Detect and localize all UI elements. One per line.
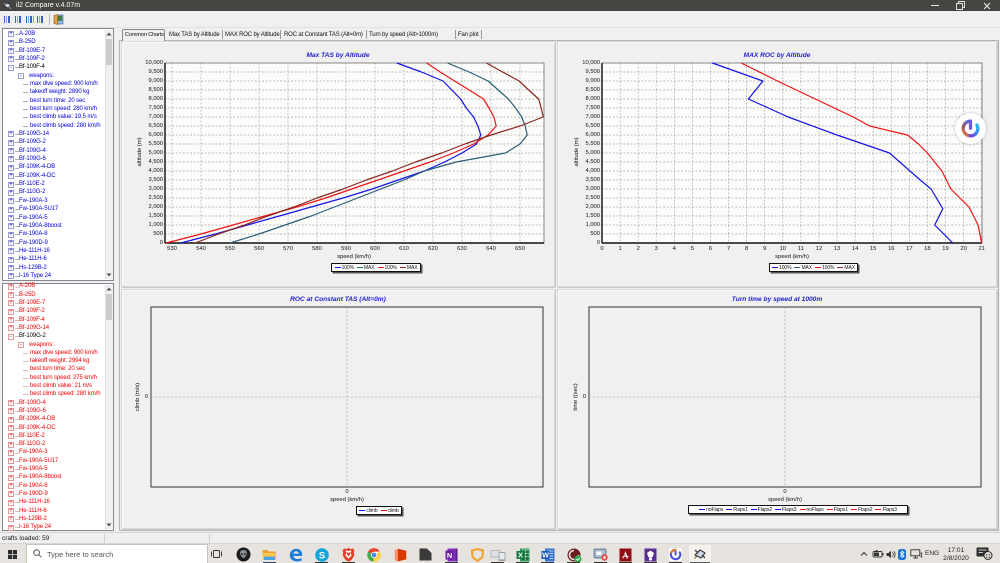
svg-text:W: W <box>542 550 549 559</box>
svg-text:altitude (m): altitude (m) <box>137 137 143 166</box>
svg-text:X: X <box>518 550 523 559</box>
svg-text:11: 11 <box>985 554 991 560</box>
svg-text:altitude (m): altitude (m) <box>574 137 580 166</box>
svg-text:climb (m/s): climb (m/s) <box>135 383 141 411</box>
svg-text:S: S <box>319 549 325 560</box>
svg-text:N: N <box>447 550 452 559</box>
svg-text:time ((sec): time ((sec) <box>573 383 579 410</box>
